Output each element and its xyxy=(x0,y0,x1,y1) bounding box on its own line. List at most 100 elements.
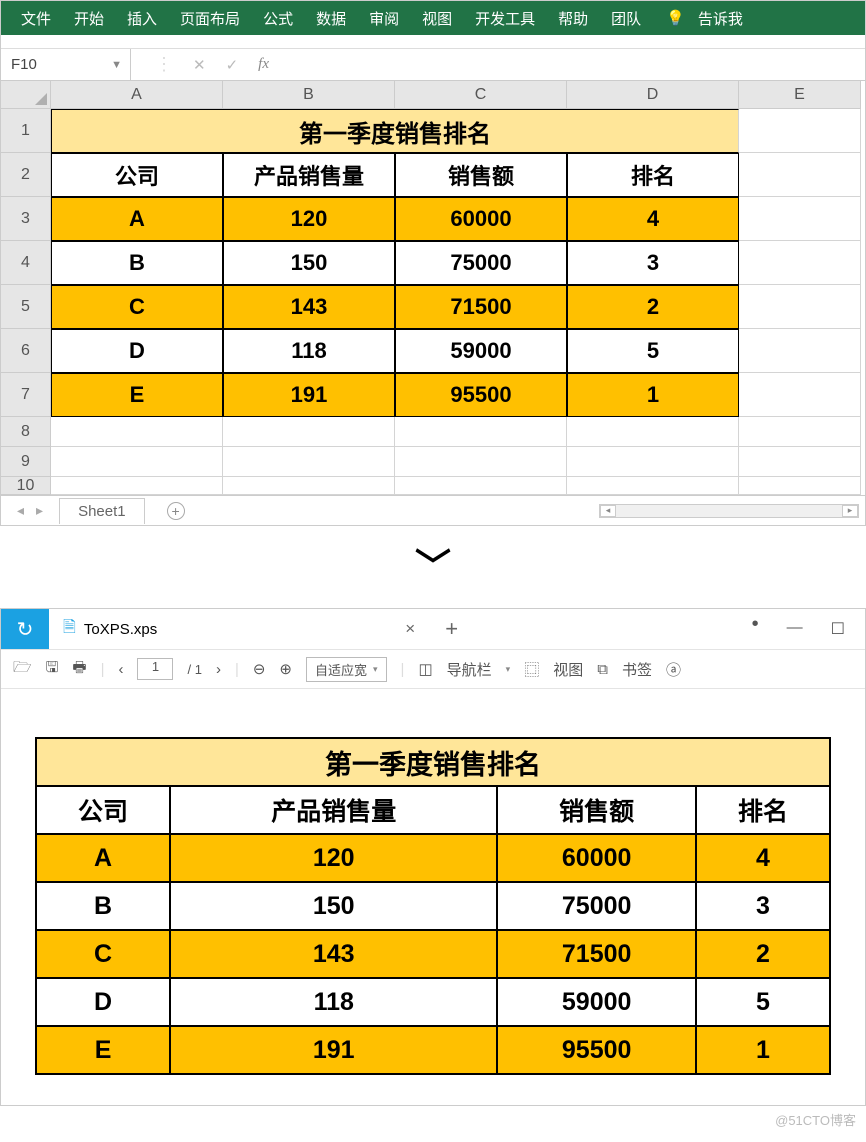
ribbon-tab-review[interactable]: 审阅 xyxy=(367,2,401,35)
ribbon-tab-data[interactable]: 数据 xyxy=(314,2,348,35)
row-header-5[interactable]: 5 xyxy=(1,285,51,329)
cell-d4[interactable]: 3 xyxy=(567,241,739,285)
zoom-out-icon[interactable]: ⊖ xyxy=(253,660,266,678)
add-sheet-button[interactable]: + xyxy=(167,502,185,520)
document-view[interactable]: 第一季度销售排名 公司 产品销售量 销售额 排名 A 120 60000 4 B… xyxy=(1,689,865,1105)
scroll-left-icon[interactable]: ◂ xyxy=(600,505,616,517)
cell-b7[interactable]: 191 xyxy=(223,373,395,417)
cell-a7[interactable]: E xyxy=(51,373,223,417)
cell-a10[interactable] xyxy=(51,477,223,495)
cell-a3[interactable]: A xyxy=(51,197,223,241)
cell-e10[interactable] xyxy=(739,477,861,495)
row-header-8[interactable]: 8 xyxy=(1,417,51,447)
cell-b9[interactable] xyxy=(223,447,395,477)
sidebar-icon[interactable]: ◫ xyxy=(418,660,432,678)
open-icon[interactable]: 🗁 xyxy=(13,657,32,682)
select-all-corner[interactable] xyxy=(1,81,51,109)
horizontal-scrollbar[interactable]: ◂ ▸ xyxy=(599,504,859,518)
dropdown-icon[interactable]: ▼ xyxy=(111,59,122,71)
ribbon-tab-file[interactable]: 文件 xyxy=(19,2,53,35)
cell-d9[interactable] xyxy=(567,447,739,477)
view-icon[interactable]: ⿴ xyxy=(524,659,539,680)
ribbon-tab-home[interactable]: 开始 xyxy=(72,2,106,35)
ribbon-tab-team[interactable]: 团队 xyxy=(609,2,643,35)
nav-panel-button[interactable]: 导航栏 xyxy=(447,659,492,680)
title-cell[interactable]: 第一季度销售排名 xyxy=(51,109,739,153)
print-icon[interactable]: 🖶 xyxy=(72,657,86,682)
ribbon-tab-dev[interactable]: 开发工具 xyxy=(473,2,537,35)
cell-a8[interactable] xyxy=(51,417,223,447)
document-tab[interactable]: 🗎 ToXPS.xps × xyxy=(49,609,429,649)
ribbon-tab-insert[interactable]: 插入 xyxy=(125,2,159,35)
col-header-a[interactable]: A xyxy=(51,81,223,109)
cell-e4[interactable] xyxy=(739,241,861,285)
header-company[interactable]: 公司 xyxy=(51,153,223,197)
ribbon-tab-view[interactable]: 视图 xyxy=(420,2,454,35)
enter-icon[interactable]: ✓ xyxy=(226,56,239,74)
tell-me-input[interactable]: 告诉我 xyxy=(696,2,745,35)
cell-b5[interactable]: 143 xyxy=(223,285,395,329)
cell-d5[interactable]: 2 xyxy=(567,285,739,329)
row-header-10[interactable]: 10 xyxy=(1,477,51,495)
scroll-right-icon[interactable]: ▸ xyxy=(842,505,858,517)
cell-e7[interactable] xyxy=(739,373,861,417)
next-page-icon[interactable]: › xyxy=(216,661,221,678)
minimize-icon[interactable]: — xyxy=(787,619,803,639)
cell-c7[interactable]: 95500 xyxy=(395,373,567,417)
row-header-9[interactable]: 9 xyxy=(1,447,51,477)
row-header-7[interactable]: 7 xyxy=(1,373,51,417)
cell-c10[interactable] xyxy=(395,477,567,495)
col-header-c[interactable]: C xyxy=(395,81,567,109)
header-sales[interactable]: 销售额 xyxy=(395,153,567,197)
spreadsheet-grid[interactable]: A B C D E 1 第一季度销售排名 2 公司 产品销售量 销售额 排名 3… xyxy=(1,81,865,495)
fx-icon[interactable]: fx xyxy=(258,56,269,73)
view-button[interactable]: 视图 xyxy=(553,659,583,680)
sheet-next-icon[interactable]: ▸ xyxy=(36,502,43,519)
prev-page-icon[interactable]: ‹ xyxy=(118,661,123,678)
bookmark-button[interactable]: 书签 xyxy=(622,659,652,680)
cell-b10[interactable] xyxy=(223,477,395,495)
ribbon-tab-formula[interactable]: 公式 xyxy=(261,2,295,35)
cell-d8[interactable] xyxy=(567,417,739,447)
options-icon[interactable]: • xyxy=(752,619,759,639)
header-qty[interactable]: 产品销售量 xyxy=(223,153,395,197)
col-header-b[interactable]: B xyxy=(223,81,395,109)
save-icon[interactable]: 🖫 xyxy=(46,657,59,682)
cell-d6[interactable]: 5 xyxy=(567,329,739,373)
cell-e2[interactable] xyxy=(739,153,861,197)
ribbon-tab-help[interactable]: 帮助 xyxy=(556,2,590,35)
bookmark-icon[interactable]: ⧉ xyxy=(597,661,608,678)
new-tab-button[interactable]: + xyxy=(429,616,474,642)
page-input[interactable]: 1 xyxy=(137,658,173,680)
cell-a4[interactable]: B xyxy=(51,241,223,285)
cell-a6[interactable]: D xyxy=(51,329,223,373)
cell-e8[interactable] xyxy=(739,417,861,447)
cell-c8[interactable] xyxy=(395,417,567,447)
cell-c4[interactable]: 75000 xyxy=(395,241,567,285)
cell-d3[interactable]: 4 xyxy=(567,197,739,241)
ribbon-tab-layout[interactable]: 页面布局 xyxy=(178,2,242,35)
col-header-d[interactable]: D xyxy=(567,81,739,109)
user-icon[interactable]: ⓐ xyxy=(666,659,681,680)
sheet-prev-icon[interactable]: ◂ xyxy=(17,502,24,519)
cell-e6[interactable] xyxy=(739,329,861,373)
cell-c5[interactable]: 71500 xyxy=(395,285,567,329)
cancel-icon[interactable]: ✕ xyxy=(193,56,206,74)
cell-e5[interactable] xyxy=(739,285,861,329)
cell-a9[interactable] xyxy=(51,447,223,477)
cell-c6[interactable]: 59000 xyxy=(395,329,567,373)
cell-b4[interactable]: 150 xyxy=(223,241,395,285)
cell-e3[interactable] xyxy=(739,197,861,241)
cell-a5[interactable]: C xyxy=(51,285,223,329)
zoom-in-icon[interactable]: ⊕ xyxy=(279,660,292,678)
zoom-mode-select[interactable]: 自适应宽 ▾ xyxy=(306,657,387,682)
cell-b6[interactable]: 118 xyxy=(223,329,395,373)
app-icon[interactable]: ↻ xyxy=(1,609,49,649)
sheet-tab[interactable]: Sheet1 xyxy=(59,498,145,524)
row-header-3[interactable]: 3 xyxy=(1,197,51,241)
row-header-4[interactable]: 4 xyxy=(1,241,51,285)
cell-b3[interactable]: 120 xyxy=(223,197,395,241)
name-box[interactable]: F10 ▼ xyxy=(1,49,131,80)
cell-b8[interactable] xyxy=(223,417,395,447)
cell-c3[interactable]: 60000 xyxy=(395,197,567,241)
